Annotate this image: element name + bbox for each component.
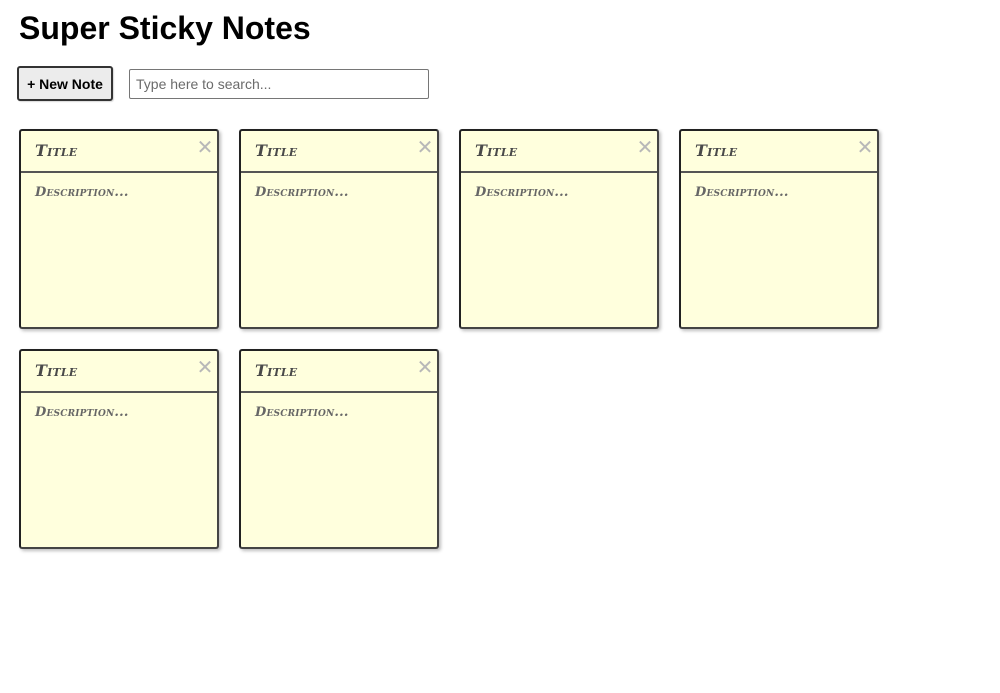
page-title: Super Sticky Notes <box>19 10 311 46</box>
sticky-note: Title ✕ Description... <box>679 129 879 329</box>
sticky-note: Title ✕ Description... <box>239 349 439 549</box>
note-title[interactable]: Title <box>241 131 437 173</box>
close-icon[interactable]: ✕ <box>415 137 435 157</box>
note-description[interactable]: Description... <box>461 173 657 200</box>
search-input[interactable] <box>129 68 429 99</box>
note-description[interactable]: Description... <box>681 173 877 200</box>
note-description[interactable]: Description... <box>21 393 217 420</box>
notes-grid: Title ✕ Description... Title ✕ Descripti… <box>19 129 899 549</box>
close-icon[interactable]: ✕ <box>635 137 655 157</box>
close-icon[interactable]: ✕ <box>195 137 215 157</box>
note-title[interactable]: Title <box>241 351 437 393</box>
note-title[interactable]: Title <box>681 131 877 173</box>
close-icon[interactable]: ✕ <box>415 357 435 377</box>
note-title[interactable]: Title <box>21 351 217 393</box>
toolbar: + New Note <box>17 66 429 101</box>
close-icon[interactable]: ✕ <box>195 357 215 377</box>
sticky-note: Title ✕ Description... <box>459 129 659 329</box>
sticky-notes-app: Super Sticky Notes + New Note Title ✕ De… <box>0 0 1000 693</box>
note-title[interactable]: Title <box>461 131 657 173</box>
note-description[interactable]: Description... <box>241 393 437 420</box>
new-note-button[interactable]: + New Note <box>17 66 113 101</box>
note-description[interactable]: Description... <box>241 173 437 200</box>
sticky-note: Title ✕ Description... <box>19 129 219 329</box>
sticky-note: Title ✕ Description... <box>239 129 439 329</box>
close-icon[interactable]: ✕ <box>855 137 875 157</box>
note-title[interactable]: Title <box>21 131 217 173</box>
sticky-note: Title ✕ Description... <box>19 349 219 549</box>
note-description[interactable]: Description... <box>21 173 217 200</box>
